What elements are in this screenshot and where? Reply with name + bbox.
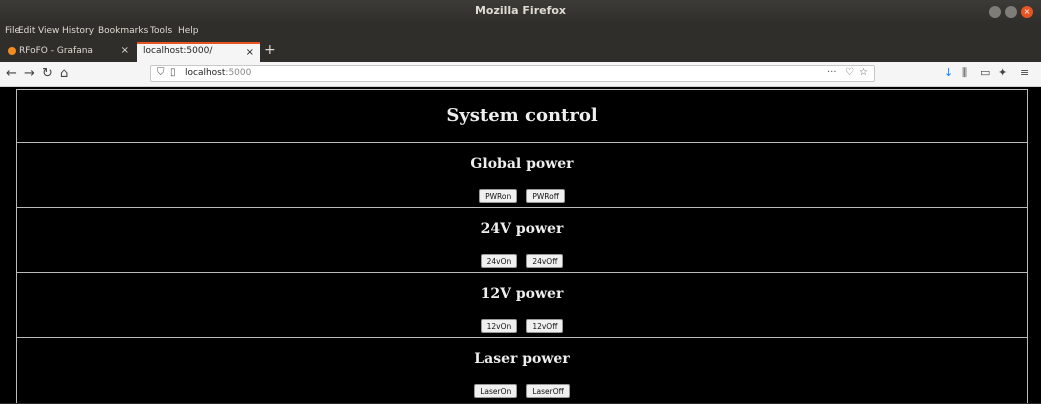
- laseron-button[interactable]: LaserOn: [474, 384, 518, 398]
- menu-bookmarks[interactable]: Bookmarks: [98, 26, 148, 36]
- tab-label: RFoFO - Grafana: [19, 46, 93, 56]
- tab-grafana[interactable]: RFoFO - Grafana ×: [2, 42, 135, 62]
- home-icon[interactable]: ⌂: [60, 66, 68, 81]
- url-bar[interactable]: ⛉ ▯ localhost:5000 ··· ♡ ☆: [150, 65, 875, 82]
- back-icon[interactable]: ←: [6, 66, 17, 81]
- control-panel: System control Global power PWRon PWRoff…: [16, 89, 1028, 403]
- pwron-button[interactable]: PWRon: [479, 189, 518, 203]
- library-icon[interactable]: ⫼: [962, 66, 967, 80]
- window-titlebar: Mozilla Firefox ×: [0, 0, 1041, 24]
- shield-icon[interactable]: ⛉: [157, 67, 165, 78]
- tab-label: localhost:5000/: [143, 46, 213, 56]
- title-section: System control: [17, 90, 1027, 143]
- url-port: :5000: [225, 68, 252, 78]
- close-tab-icon[interactable]: ×: [246, 47, 254, 58]
- menu-tools[interactable]: Tools: [150, 26, 172, 36]
- section-heading: Laser power: [474, 351, 570, 367]
- section-24v-power: 24V power 24vOn 24vOff: [17, 208, 1027, 273]
- menu-edit[interactable]: Edit: [18, 26, 35, 36]
- button-row: 24vOn 24vOff: [17, 249, 1027, 268]
- pwroff-button[interactable]: PWRoff: [526, 189, 565, 203]
- maximize-icon[interactable]: [1005, 6, 1017, 18]
- menu-history[interactable]: History: [62, 26, 94, 36]
- 12von-button[interactable]: 12vOn: [480, 319, 518, 333]
- 12voff-button[interactable]: 12vOff: [526, 319, 564, 333]
- url-host: localhost: [185, 68, 226, 78]
- menu-view[interactable]: View: [38, 26, 59, 36]
- menu-bar: File Edit View History Bookmarks Tools H…: [0, 24, 1041, 40]
- close-window-icon[interactable]: ×: [1021, 6, 1033, 18]
- page-info-icon[interactable]: ▯: [170, 67, 176, 78]
- url-text: localhost:5000: [185, 68, 251, 78]
- sidebar-icon[interactable]: ▭: [980, 66, 990, 79]
- reload-icon[interactable]: ↻: [42, 66, 53, 81]
- navigation-bar: ← → ↻ ⌂ ⛉ ▯ localhost:5000 ··· ♡ ☆ ↓ ⫼ ▭…: [0, 62, 1041, 87]
- section-heading: 24V power: [480, 221, 564, 237]
- page-actions-icon[interactable]: ···: [827, 67, 837, 78]
- grafana-favicon-icon: [8, 46, 16, 55]
- section-12v-power: 12V power 12vOn 12vOff: [17, 273, 1027, 338]
- extension-icon[interactable]: ✦: [998, 66, 1007, 79]
- menu-help[interactable]: Help: [178, 26, 199, 36]
- close-tab-icon[interactable]: ×: [121, 45, 129, 56]
- window-title: Mozilla Firefox: [474, 4, 567, 17]
- 24von-button[interactable]: 24vOn: [480, 254, 518, 268]
- tab-localhost[interactable]: localhost:5000/ ×: [137, 42, 260, 62]
- section-global-power: Global power PWRon PWRoff: [17, 143, 1027, 208]
- window-controls: ×: [989, 6, 1033, 18]
- tab-bar: RFoFO - Grafana × localhost:5000/ ×: [0, 40, 1041, 62]
- section-heading: Global power: [470, 156, 574, 172]
- forward-icon[interactable]: →: [24, 66, 35, 81]
- menu-hamburger-icon[interactable]: ≡: [1020, 66, 1029, 79]
- page-title: System control: [446, 105, 598, 126]
- button-row: 12vOn 12vOff: [17, 314, 1027, 333]
- section-laser-power: Laser power LaserOn LaserOff: [17, 338, 1027, 404]
- 24voff-button[interactable]: 24vOff: [526, 254, 564, 268]
- bookmark-star-icon[interactable]: ☆: [859, 67, 868, 78]
- section-heading: 12V power: [480, 286, 564, 302]
- pocket-icon[interactable]: ♡: [845, 67, 854, 78]
- button-row: PWRon PWRoff: [17, 184, 1027, 203]
- downloads-icon[interactable]: ↓: [944, 66, 953, 79]
- button-row: LaserOn LaserOff: [17, 379, 1027, 398]
- laseroff-button[interactable]: LaserOff: [526, 384, 570, 398]
- page-content: System control Global power PWRon PWRoff…: [0, 87, 1041, 403]
- new-tab-icon[interactable]: +: [264, 42, 276, 58]
- minimize-icon[interactable]: [989, 6, 1001, 18]
